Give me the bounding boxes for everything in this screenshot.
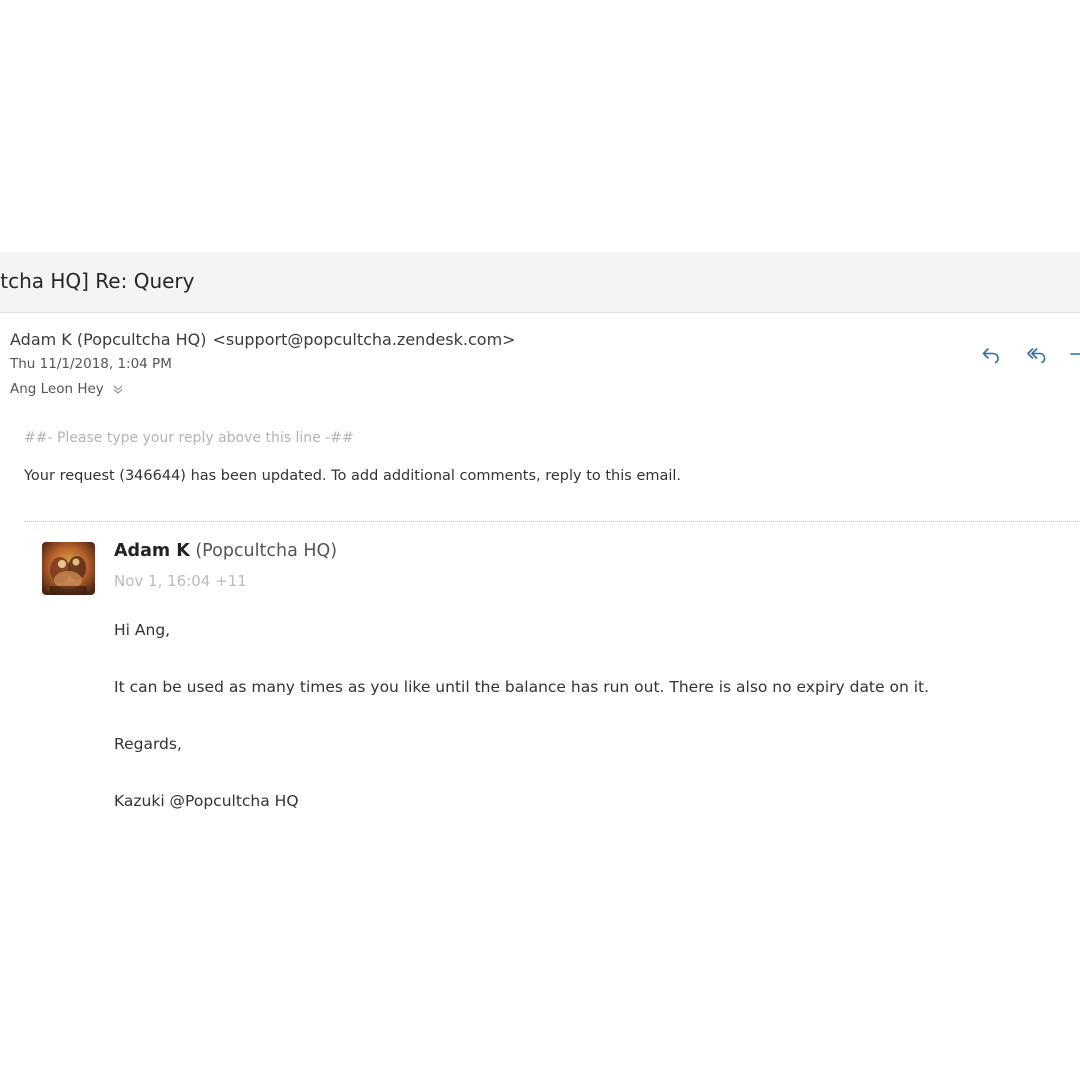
comment-regards: Regards, xyxy=(114,735,182,753)
email-reading-pane: ultcha HQ] Re: Query Adam K (Popcultcha … xyxy=(0,0,1080,1080)
reply-all-icon[interactable] xyxy=(1026,344,1048,366)
comment-author-name: Adam K xyxy=(114,541,190,561)
sender-name[interactable]: Adam K (Popcultcha HQ) xyxy=(10,330,207,349)
sender-info[interactable]: Adam K (Popcultcha HQ) <support@popcultch… xyxy=(10,330,516,349)
request-update-notice: Your request (346644) has been updated. … xyxy=(24,468,682,484)
reply-above-line-marker: ##- Please type your reply above this li… xyxy=(24,430,354,446)
dotted-divider xyxy=(24,521,1080,522)
chevron-down-icon[interactable] xyxy=(112,383,124,395)
forward-icon[interactable] xyxy=(1068,344,1080,366)
comment-author: Adam K (Popcultcha HQ) xyxy=(114,541,337,561)
sender-address[interactable]: <support@popcultcha.zendesk.com> xyxy=(213,330,516,349)
recipient-name[interactable]: Ang Leon Hey xyxy=(10,381,104,397)
comment-greeting: Hi Ang, xyxy=(114,621,171,639)
email-subject: ultcha HQ] Re: Query xyxy=(0,269,195,293)
comment-signature: Kazuki @Popcultcha HQ xyxy=(114,792,299,810)
recipient-line: Ang Leon Hey xyxy=(10,381,124,397)
comment-author-org: (Popcultcha HQ) xyxy=(195,541,338,561)
subject-header: ultcha HQ] Re: Query xyxy=(0,252,1080,313)
comment-message: It can be used as many times as you like… xyxy=(114,678,930,696)
avatar xyxy=(42,542,95,595)
comment-timestamp: Nov 1, 16:04 +11 xyxy=(114,572,247,590)
reply-icon[interactable] xyxy=(980,344,1002,366)
email-date: Thu 11/1/2018, 1:04 PM xyxy=(10,356,172,372)
